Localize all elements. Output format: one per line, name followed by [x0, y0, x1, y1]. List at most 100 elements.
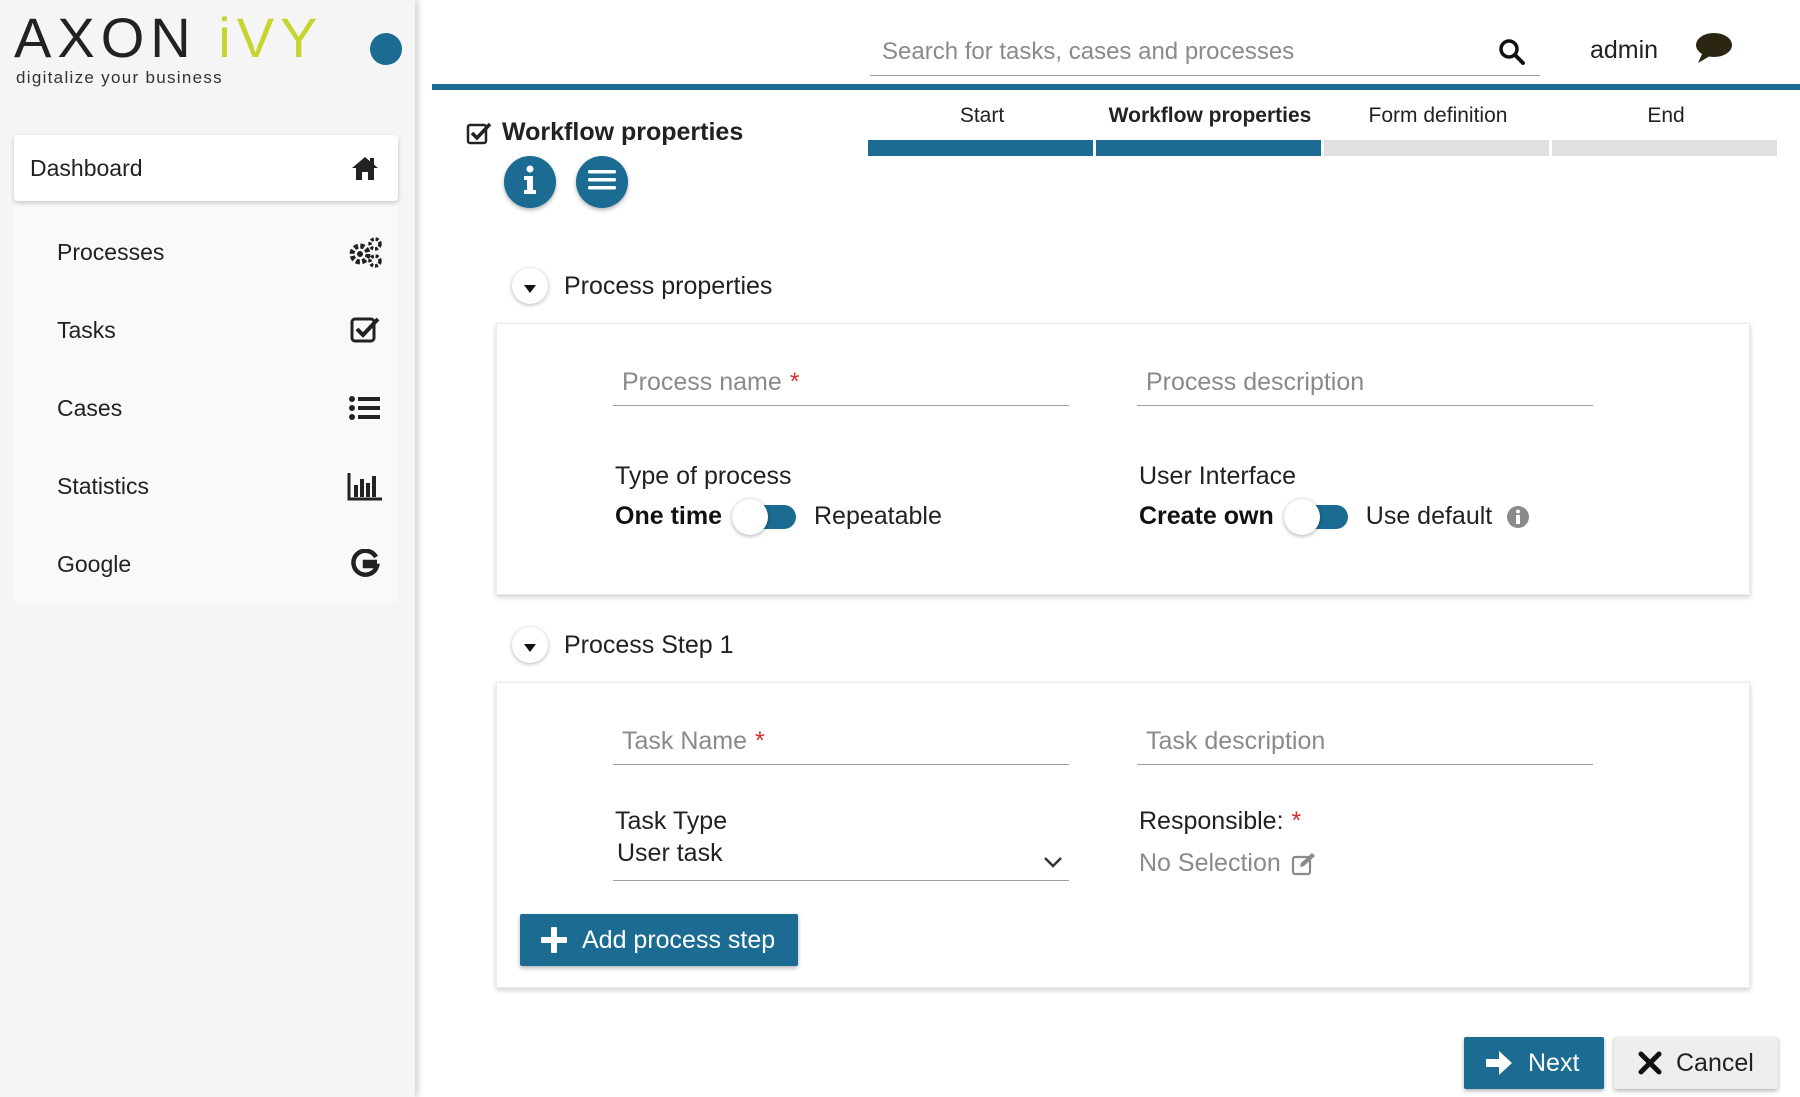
step-form-definition[interactable]: Form definition [1324, 104, 1552, 156]
collapse-toggle[interactable] [512, 268, 548, 304]
page-title: Workflow properties [466, 118, 743, 147]
type-of-process-switch[interactable] [731, 498, 796, 535]
toggle-option-off[interactable]: Use default [1366, 502, 1492, 531]
type-of-process-toggle-row: One time Repeatable [615, 498, 942, 535]
process-description-placeholder: Process description [1146, 368, 1365, 396]
sidebar-item-processes[interactable]: Processes [14, 213, 398, 291]
sidebar-item-label: Statistics [57, 472, 150, 499]
legend-text: Process Step 1 [564, 630, 734, 659]
sidebar-item-google[interactable]: Google [14, 525, 398, 603]
google-icon [346, 547, 384, 581]
process-step-legend: Process Step 1 [512, 627, 734, 663]
edit-icon[interactable] [1291, 852, 1317, 876]
logo-tagline: digitalize your business [16, 68, 223, 87]
user-interface-switch[interactable] [1283, 498, 1348, 535]
step-label: Workflow properties [1108, 104, 1312, 127]
sidebar-item-statistics[interactable]: Statistics [14, 447, 398, 525]
required-mark: * [1291, 807, 1302, 835]
chat-icon[interactable] [1694, 30, 1734, 71]
collapse-toggle[interactable] [512, 627, 548, 663]
logo-text-ivy: iVY [218, 6, 324, 69]
logo[interactable]: AXON iVY digitalize your business [14, 6, 323, 88]
responsible-label-text: Responsible: [1139, 807, 1284, 835]
step-bar [868, 140, 1093, 156]
sidebar-item-label: Cases [57, 394, 123, 421]
sidebar-menu: Dashboard Processes Tasks Cases Statisti… [14, 135, 398, 603]
chevron-down-icon [1043, 847, 1063, 876]
caret-down-icon [523, 272, 537, 301]
process-properties-legend: Process properties [512, 268, 772, 304]
task-description-field[interactable]: Task description [1137, 723, 1593, 765]
task-type-select[interactable]: User task [613, 837, 1069, 881]
step-start[interactable]: Start [868, 104, 1096, 156]
sidebar-item-label: Dashboard [30, 154, 143, 181]
process-description-field[interactable]: Process description [1137, 364, 1593, 406]
page-title-text: Workflow properties [502, 118, 744, 146]
cancel-button[interactable]: Cancel [1614, 1037, 1778, 1089]
step-bar [1096, 140, 1321, 156]
task-type-label: Task Type [615, 807, 728, 835]
check-square-icon [346, 313, 384, 347]
next-button[interactable]: Next [1464, 1037, 1604, 1089]
cancel-label: Cancel [1676, 1048, 1754, 1077]
step-label: Form definition [1368, 104, 1508, 127]
sidebar: AXON iVY digitalize your business Dashbo… [0, 0, 415, 1097]
add-process-step-label: Add process step [582, 925, 776, 954]
sidebar-item-label: Processes [57, 238, 165, 265]
process-name-placeholder: Process name [622, 368, 782, 396]
info-button[interactable] [504, 156, 556, 208]
add-process-step-button[interactable]: Add process step [520, 914, 798, 966]
wizard-steps: Start Workflow properties Form definitio… [868, 104, 1780, 156]
toggle-option-on[interactable]: Create own [1139, 502, 1274, 531]
process-name-field[interactable]: Process name * [613, 364, 1069, 406]
header-divider [432, 84, 1800, 90]
sidebar-item-label: Google [57, 550, 132, 577]
user-name[interactable]: admin [1590, 36, 1658, 65]
user-interface-label: User Interface [1139, 462, 1297, 490]
search-input[interactable] [870, 30, 1470, 74]
process-properties-panel: Process name * Process description Type o… [496, 323, 1750, 595]
task-type-value: User task [617, 839, 723, 867]
caret-down-icon [523, 631, 537, 660]
logo-text-axon: AXON [14, 6, 219, 69]
status-dot[interactable] [370, 33, 402, 65]
legend-text: Process properties [564, 271, 773, 300]
hamburger-icon [587, 168, 617, 197]
info-icon [520, 165, 540, 200]
step-label: End [1647, 104, 1685, 127]
sidebar-item-tasks[interactable]: Tasks [14, 291, 398, 369]
bar-chart-icon [346, 469, 384, 503]
step-bar [1552, 140, 1777, 156]
check-square-icon [466, 121, 492, 145]
responsible-value: No Selection [1139, 849, 1281, 877]
user-interface-toggle-row: Create own Use default [1139, 498, 1530, 535]
arrow-right-icon [1484, 1048, 1514, 1078]
plus-icon [540, 926, 568, 954]
step-workflow-properties[interactable]: Workflow properties [1096, 104, 1324, 156]
responsible-selector[interactable]: No Selection [1139, 849, 1317, 878]
sidebar-item-cases[interactable]: Cases [14, 369, 398, 447]
sidebar-item-label: Tasks [57, 316, 116, 343]
global-search [870, 30, 1540, 76]
next-label: Next [1528, 1048, 1580, 1077]
step-end[interactable]: End [1552, 104, 1780, 156]
responsible-label: Responsible: * [1139, 807, 1301, 836]
gears-icon [346, 235, 384, 269]
toggle-option-on[interactable]: One time [615, 502, 722, 531]
info-circle-icon[interactable] [1506, 505, 1530, 529]
search-icon[interactable] [1498, 38, 1526, 71]
menu-button[interactable] [576, 156, 628, 208]
task-name-field[interactable]: Task Name * [613, 723, 1069, 765]
step-bar [1324, 140, 1549, 156]
required-mark: * [789, 368, 800, 396]
type-of-process-label: Type of process [615, 462, 792, 490]
task-description-placeholder: Task description [1146, 727, 1326, 755]
list-icon [346, 391, 384, 425]
required-mark: * [755, 727, 765, 755]
home-icon [346, 151, 384, 185]
sidebar-item-dashboard[interactable]: Dashboard [14, 135, 398, 201]
step-label: Start [959, 104, 1005, 127]
task-name-placeholder: Task Name [622, 727, 748, 755]
toggle-option-off[interactable]: Repeatable [814, 502, 942, 531]
close-icon [1638, 1051, 1662, 1075]
